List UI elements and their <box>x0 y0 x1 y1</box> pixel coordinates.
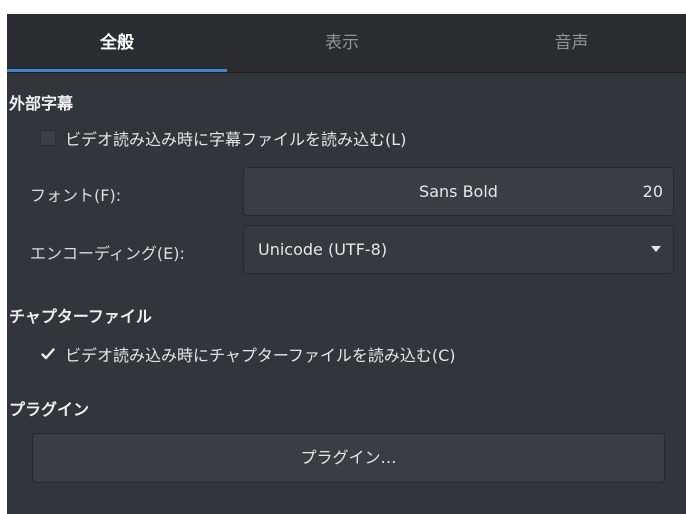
chapter-autoload-checkbox[interactable] <box>40 346 56 362</box>
font-chooser-button[interactable]: Sans Bold 20 <box>243 167 674 216</box>
plugins-heading: プラグイン <box>9 400 90 419</box>
tab-audio[interactable]: 音声 <box>457 14 686 72</box>
font-name: Sans Bold <box>419 182 498 201</box>
subtitle-autoload-row[interactable]: ビデオ読み込み時に字幕ファイルを読み込む(L) <box>40 126 406 150</box>
encoding-label: エンコーディング(E): <box>30 244 185 263</box>
font-label: フォント(F): <box>30 186 122 205</box>
external-subtitles-heading: 外部字幕 <box>9 94 74 113</box>
chapter-autoload-label: ビデオ読み込み時にチャプターファイルを読み込む(C) <box>65 346 456 365</box>
tab-display[interactable]: 表示 <box>227 14 457 72</box>
encoding-dropdown[interactable]: Unicode (UTF-8) <box>243 225 674 274</box>
tab-bar: 全般 表示 音声 <box>7 14 686 73</box>
check-icon <box>41 348 55 360</box>
chapter-file-heading: チャプターファイル <box>9 307 152 326</box>
chapter-autoload-row[interactable]: ビデオ読み込み時にチャプターファイルを読み込む(C) <box>40 342 456 366</box>
font-size: 20 <box>642 182 663 201</box>
subtitle-autoload-label: ビデオ読み込み時に字幕ファイルを読み込む(L) <box>65 130 407 149</box>
plugins-button[interactable]: プラグイン… <box>32 433 665 483</box>
encoding-value: Unicode (UTF-8) <box>258 240 388 259</box>
tab-general[interactable]: 全般 <box>7 14 227 72</box>
triangle-down-icon <box>651 246 661 252</box>
preferences-dialog: 全般 表示 音声 外部字幕 ビデオ読み込み時に字幕ファイルを読み込む(L) フォ… <box>7 14 686 514</box>
subtitle-autoload-checkbox[interactable] <box>40 130 56 146</box>
